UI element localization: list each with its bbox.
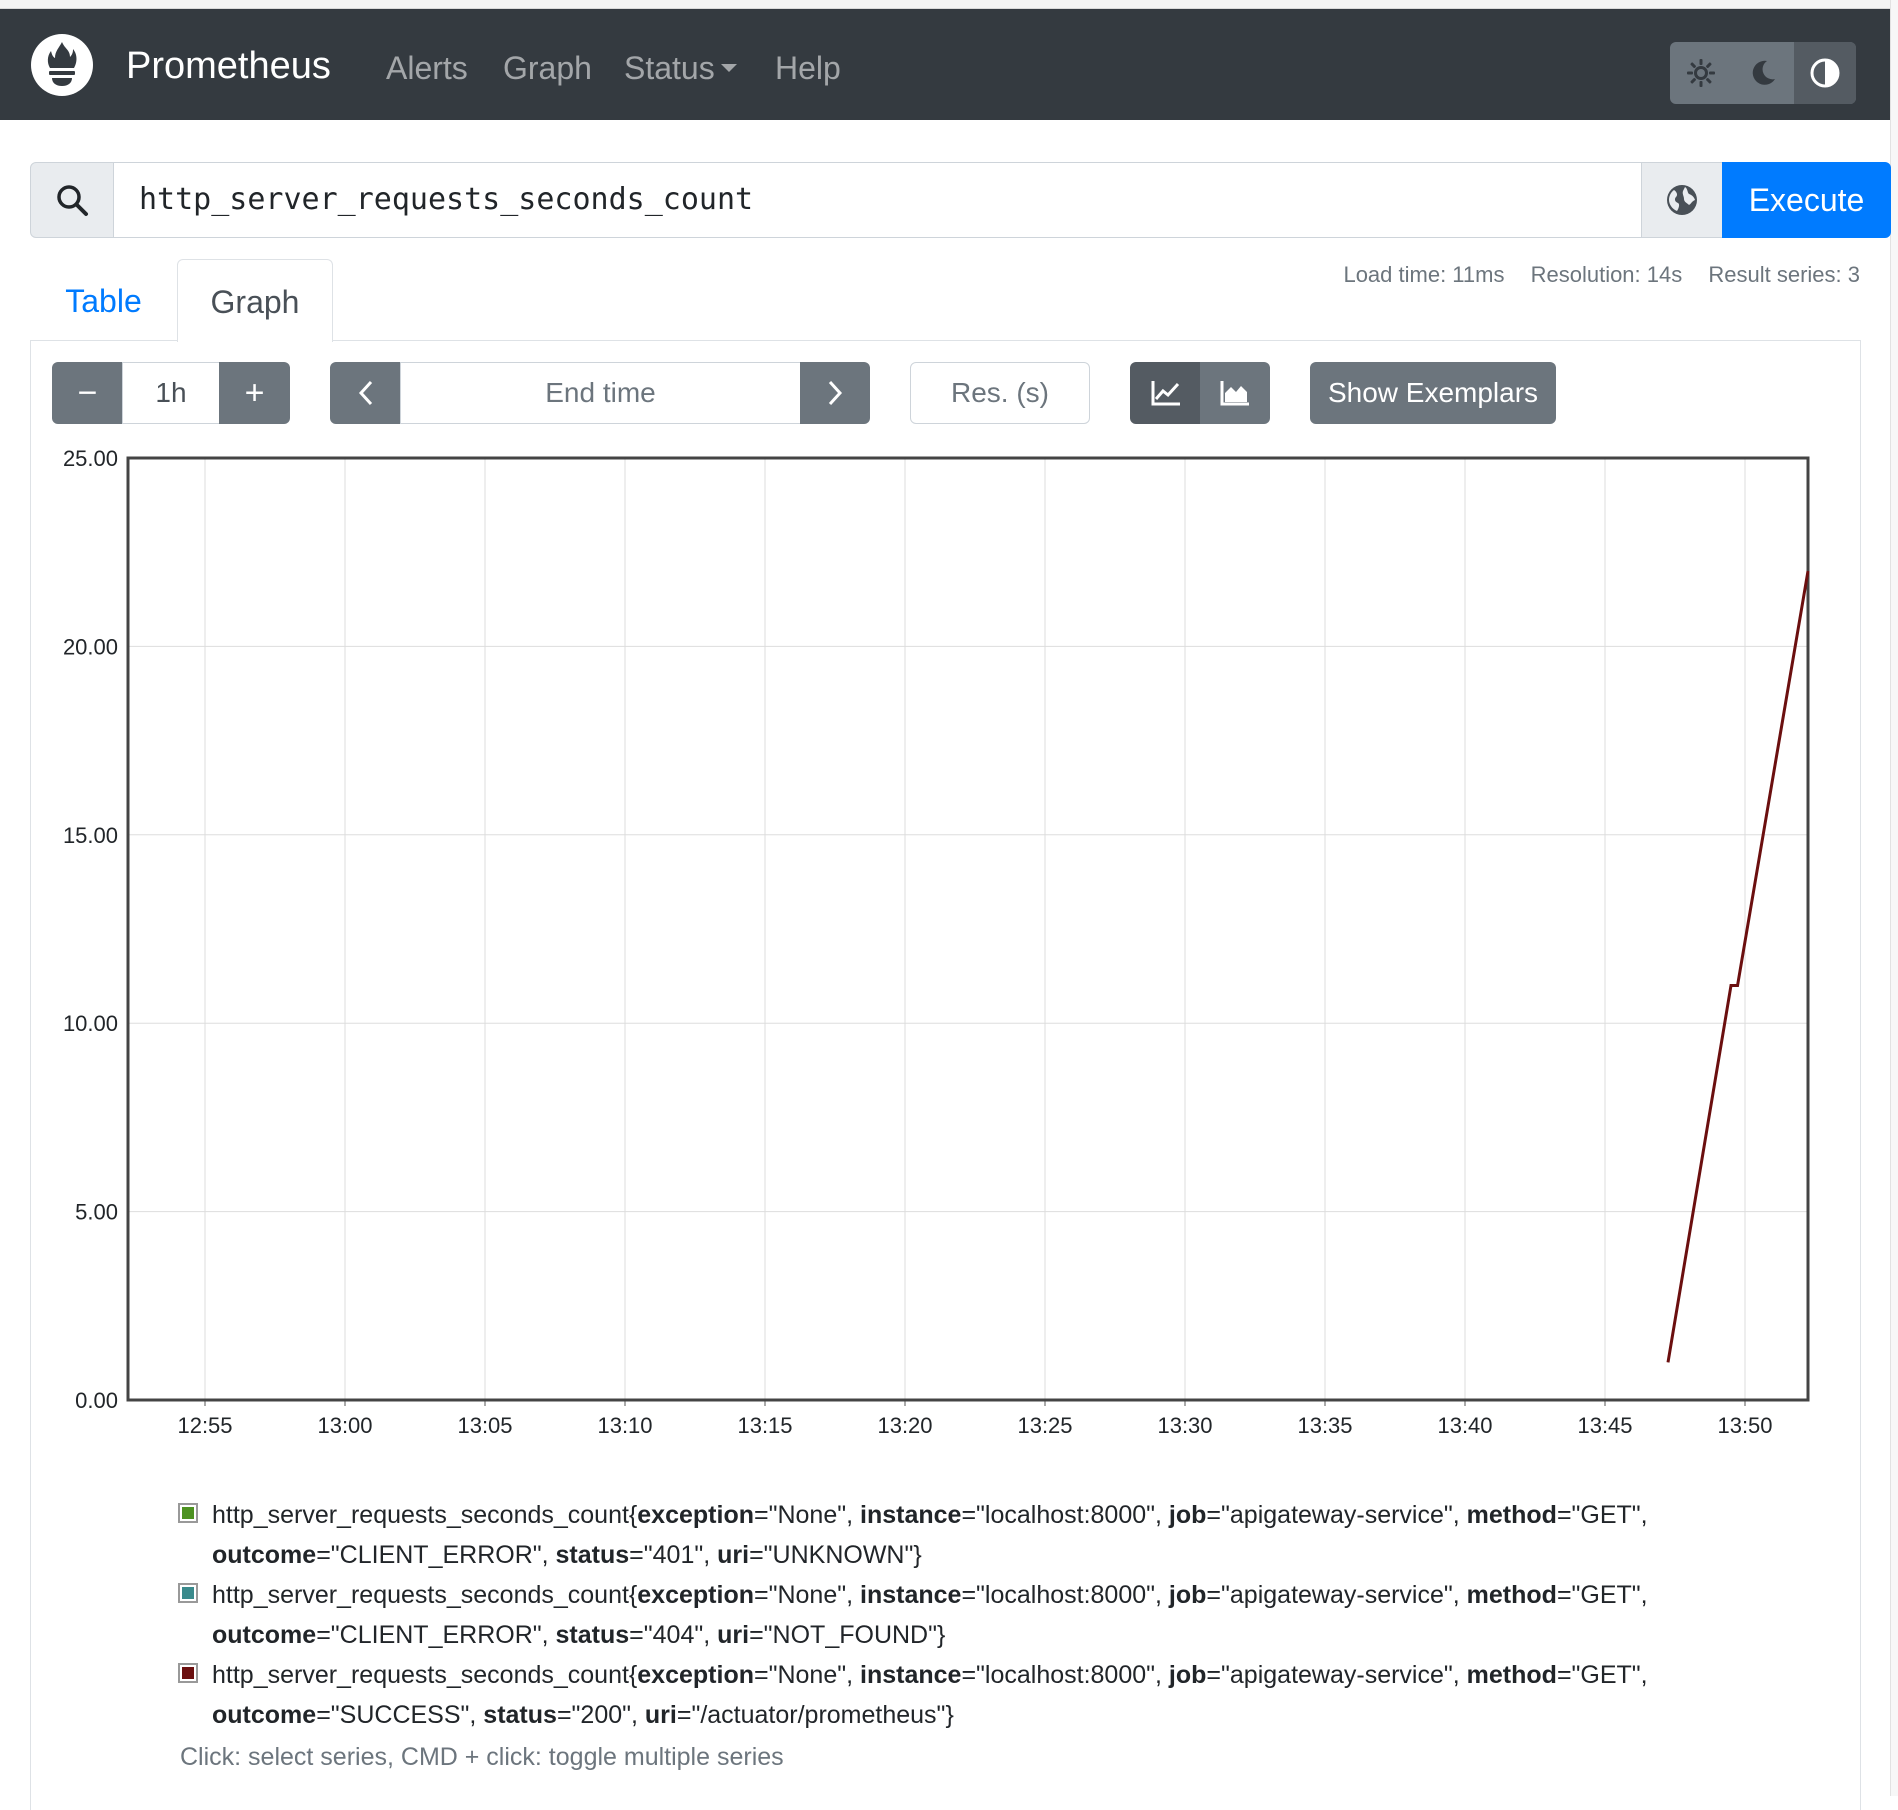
series-legend: http_server_requests_seconds_count{excep… <box>178 1495 1738 1735</box>
legend-label: http_server_requests_seconds_count{excep… <box>212 1501 1648 1569</box>
legend-swatch-fill <box>182 1667 194 1679</box>
label-key: uri <box>717 1541 750 1569</box>
time-series-chart[interactable]: 0.00 5.00 10.00 15.00 20.00 25.00 12:55 13:00 13… <box>0 0 1898 1480</box>
x-tick-label: 13:30 <box>1157 1413 1212 1438</box>
plot-frame <box>126 456 1810 1402</box>
label-key: instance <box>860 1581 962 1609</box>
label-key: uri <box>644 1701 677 1729</box>
label-key: method <box>1466 1661 1557 1689</box>
label-key: outcome <box>212 1541 317 1569</box>
x-tick-label: 13:25 <box>1017 1413 1072 1438</box>
x-tick-label: 13:00 <box>317 1413 372 1438</box>
label-key: status <box>555 1621 630 1649</box>
legend-item[interactable]: http_server_requests_seconds_count{excep… <box>178 1495 1738 1575</box>
label-key: exception <box>637 1661 754 1689</box>
tab-graph[interactable]: Graph <box>177 259 333 342</box>
y-tick-label: 20.00 <box>63 634 118 659</box>
legend-swatch-fill <box>182 1587 194 1599</box>
x-tick-label: 13:50 <box>1717 1413 1772 1438</box>
legend-hint: Click: select series, CMD + click: toggl… <box>180 1743 784 1771</box>
y-tick-label: 25.00 <box>63 446 118 471</box>
label-key: exception <box>637 1581 754 1609</box>
legend-swatch-fill <box>182 1507 194 1519</box>
label-key: method <box>1466 1501 1557 1529</box>
label-key: job <box>1168 1661 1207 1689</box>
label-key: uri <box>717 1621 750 1649</box>
x-tick-label: 12:55 <box>177 1413 232 1438</box>
label-key: exception <box>637 1501 754 1529</box>
x-tick-label: 13:45 <box>1577 1413 1632 1438</box>
legend-swatch <box>178 1583 198 1603</box>
legend-swatch <box>178 1663 198 1683</box>
legend-label: http_server_requests_seconds_count{excep… <box>212 1581 1648 1649</box>
legend-item[interactable]: http_server_requests_seconds_count{excep… <box>178 1575 1738 1655</box>
label-key: job <box>1168 1581 1207 1609</box>
legend-swatch <box>178 1503 198 1523</box>
x-tick-label: 13:35 <box>1297 1413 1352 1438</box>
x-tick-label: 13:05 <box>457 1413 512 1438</box>
x-tick-label: 13:20 <box>877 1413 932 1438</box>
label-key: outcome <box>212 1621 317 1649</box>
y-tick-label: 10.00 <box>63 1011 118 1036</box>
label-key: status <box>555 1541 630 1569</box>
x-tick-label: 13:10 <box>597 1413 652 1438</box>
x-tick-label: 13:40 <box>1437 1413 1492 1438</box>
label-key: job <box>1168 1501 1207 1529</box>
label-key: instance <box>860 1661 962 1689</box>
x-tick-label: 13:15 <box>737 1413 792 1438</box>
y-tick-label: 15.00 <box>63 823 118 848</box>
series-line[interactable] <box>1666 570 1810 1363</box>
label-key: status <box>483 1701 557 1729</box>
legend-item[interactable]: http_server_requests_seconds_count{excep… <box>178 1655 1738 1735</box>
legend-label: http_server_requests_seconds_count{excep… <box>212 1661 1648 1729</box>
label-key: method <box>1466 1581 1557 1609</box>
y-tick-label: 0.00 <box>75 1388 118 1413</box>
label-key: outcome <box>212 1701 317 1729</box>
label-key: instance <box>860 1501 962 1529</box>
y-tick-label: 5.00 <box>75 1200 118 1225</box>
